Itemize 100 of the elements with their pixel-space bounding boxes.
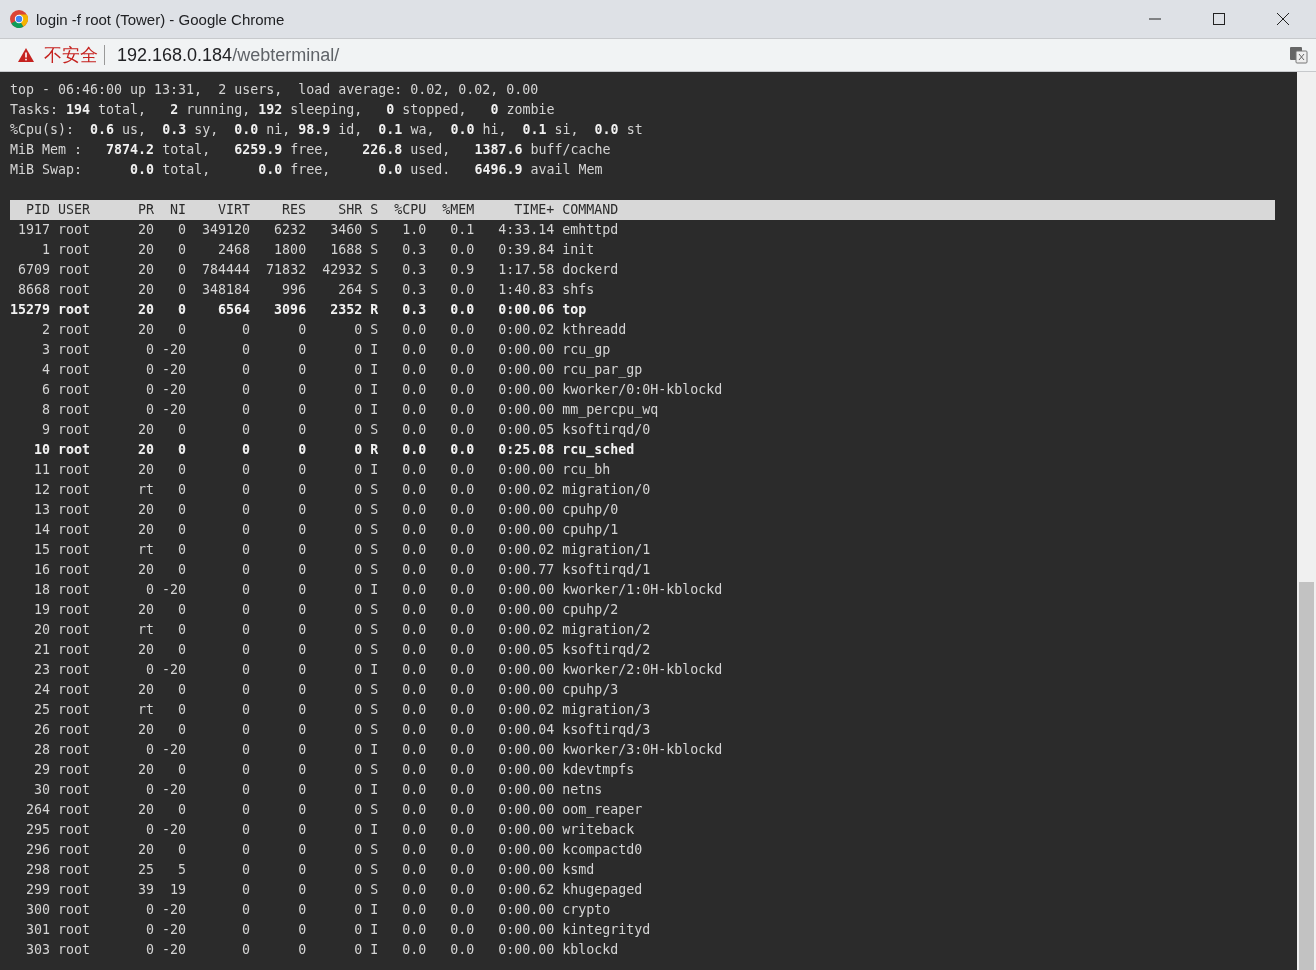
table-cell-text: 0:00.02 xyxy=(497,701,555,719)
maximize-icon[interactable] xyxy=(1212,12,1226,26)
table-cell-text: 0:00.00 xyxy=(497,801,555,819)
table-cell-text: kworker/0:0H-kblockd xyxy=(562,381,723,399)
table-cell-text: -20 xyxy=(162,381,187,399)
table-cell-text: 0 xyxy=(297,661,307,679)
table-cell-text: emhttpd xyxy=(562,221,619,239)
table-cell-text: 0:00.00 xyxy=(497,741,555,759)
table-cell-text: I xyxy=(370,361,379,379)
translate-icon[interactable] xyxy=(1290,46,1308,64)
table-cell-text: 0 xyxy=(177,621,187,639)
table-cell-text: 0:00.62 xyxy=(497,881,555,899)
table-cell-text: 20 xyxy=(137,501,155,519)
table-cell-text: I xyxy=(370,461,379,479)
url-text[interactable]: 192.168.0.184/webterminal/ xyxy=(117,44,340,66)
table-cell-text: -20 xyxy=(162,741,187,759)
table-cell-text: S xyxy=(370,681,379,699)
table-cell-text: 0 xyxy=(353,361,363,379)
table-cell-text: 3 xyxy=(41,341,50,359)
table-cell-text: 3460 xyxy=(329,221,363,239)
table-cell-text: root xyxy=(58,941,92,959)
table-cell-text: 0.0 xyxy=(401,781,427,799)
table-cell-text: 0 xyxy=(297,741,307,759)
table-cell-text: 0 xyxy=(177,241,187,259)
table-cell-text: S xyxy=(370,721,379,739)
table-cell-text: 0.0 xyxy=(449,461,475,479)
table-cell-text: root xyxy=(58,381,92,399)
table-cell-text: S xyxy=(370,541,379,559)
table-cell-text: 6709 xyxy=(17,261,50,279)
table-cell-text: 0.0 xyxy=(401,861,427,879)
table-cell-text: -20 xyxy=(162,781,187,799)
table-cell-text: 0 xyxy=(241,781,251,799)
table-cell-text: 26 xyxy=(33,721,50,739)
close-icon[interactable] xyxy=(1276,12,1290,26)
table-cell-text: 42932 xyxy=(321,261,363,279)
table-cell-text: 0 xyxy=(177,221,187,239)
table-cell-text: I xyxy=(370,401,379,419)
table-cell-text: 0 xyxy=(241,661,251,679)
table-cell-text: 0 xyxy=(241,801,251,819)
table-cell-text: 0.0 xyxy=(401,521,427,539)
table-cell-text: rt xyxy=(137,701,155,719)
table-cell-text: 1:17.58 xyxy=(497,261,555,279)
table-cell-text: 0:00.05 xyxy=(497,421,555,439)
security-label[interactable]: 不安全 xyxy=(44,43,98,67)
table-cell-text: 0.0 xyxy=(449,781,475,799)
table-cell-text: 0.0 xyxy=(401,381,427,399)
table-cell-text: 6564 xyxy=(217,301,251,319)
table-cell-text: 0:00.02 xyxy=(497,621,555,639)
table-cell-text: kdevtmpfs xyxy=(562,761,635,779)
warning-icon[interactable] xyxy=(18,48,34,62)
table-cell-text: 0.0 xyxy=(449,801,475,819)
table-cell-text: 0:00.00 xyxy=(497,341,555,359)
table-cell-text: 0 xyxy=(241,501,251,519)
table-cell-text: 0.0 xyxy=(449,301,475,319)
table-cell-text: migration/2 xyxy=(562,621,651,639)
table-cell-text: -20 xyxy=(162,661,187,679)
table-cell-text: 0.0 xyxy=(449,621,475,639)
table-cell-text: migration/3 xyxy=(562,701,651,719)
table-cell-text: I xyxy=(370,941,379,959)
table-cell-text: 0 xyxy=(297,841,307,859)
table-cell-text: 0:00.00 xyxy=(497,821,555,839)
table-cell-text: 0.0 xyxy=(449,441,475,459)
scrollbar[interactable] xyxy=(1297,72,1316,970)
table-cell-text: kworker/1:0H-kblockd xyxy=(562,581,723,599)
table-cell-text: S xyxy=(370,481,379,499)
table-cell-text: 0 xyxy=(241,721,251,739)
table-cell-text: 0:00.00 xyxy=(497,461,555,479)
table-cell-text: 0 xyxy=(297,781,307,799)
table-cell-text: 0 xyxy=(297,481,307,499)
table-cell-text: 0.0 xyxy=(449,401,475,419)
table-cell-text: 0 xyxy=(177,441,187,459)
table-cell-text: 0 xyxy=(177,281,187,299)
table-cell-text: 0 xyxy=(177,481,187,499)
table-cell-text: 0 xyxy=(177,601,187,619)
table-cell-text: 0 xyxy=(353,501,363,519)
table-cell-text: 301 xyxy=(25,921,50,939)
table-cell-text: S xyxy=(370,701,379,719)
table-cell-text: 0 xyxy=(177,321,187,339)
table-cell-text: 0 xyxy=(177,681,187,699)
table-cell-text: 0 xyxy=(297,861,307,879)
table-cell-text: 20 xyxy=(137,321,155,339)
table-cell-text: 0:00.00 xyxy=(497,761,555,779)
table-cell-text: root xyxy=(58,741,92,759)
table-cell-text: 1.0 xyxy=(401,221,427,239)
table-cell-text: 0 xyxy=(353,521,363,539)
table-cell-text: 0 xyxy=(297,461,307,479)
table-cell-text: 6 xyxy=(41,381,50,399)
table-cell-text: root xyxy=(58,921,92,939)
table-cell-text: 0.0 xyxy=(401,761,427,779)
table-cell-text: -20 xyxy=(162,401,187,419)
table-cell-text: 0:00.00 xyxy=(497,781,555,799)
table-cell-text: 2352 xyxy=(329,301,363,319)
table-cell-text: rcu_sched xyxy=(562,441,635,460)
table-cell-text: root xyxy=(58,281,92,299)
table-cell-text: 0 xyxy=(297,621,307,639)
table-cell-text: rcu_bh xyxy=(562,461,611,480)
table-cell-text: 0 xyxy=(297,501,307,519)
table-cell-text: 28 xyxy=(33,741,50,759)
table-cell-text: rt xyxy=(137,621,155,639)
table-cell-text: 0.0 xyxy=(401,701,427,719)
